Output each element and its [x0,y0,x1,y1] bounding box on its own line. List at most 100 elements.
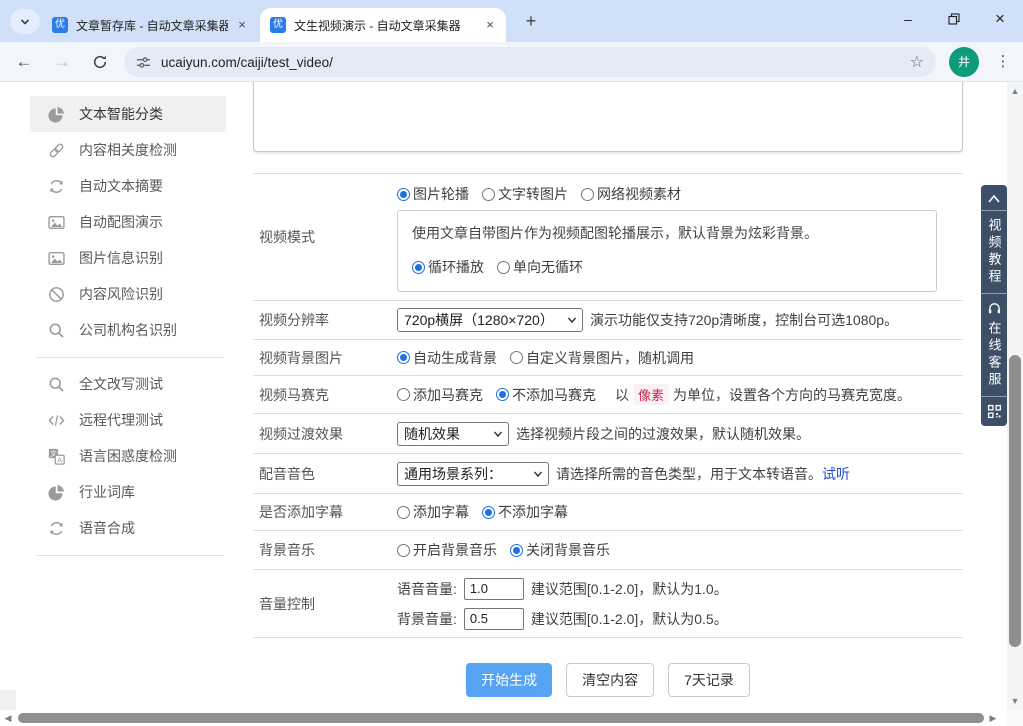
link-icon [48,142,65,159]
new-tab-button[interactable]: + [518,9,544,35]
radio-label: 单向无循环 [513,257,583,277]
reload-icon [92,54,108,70]
radio-label: 循环播放 [428,257,484,277]
scroll-down-icon[interactable]: ▼ [1007,696,1023,706]
radio-selected-icon[interactable] [412,261,425,274]
tab-close-icon[interactable]: × [234,17,250,33]
url-text[interactable]: ucaiyun.com/caiji/test_video/ [161,55,910,70]
radio-option[interactable]: 开启背景音乐 [397,540,497,560]
video-tutorial-button[interactable]: 视频教程 [981,210,1007,293]
sidebar-item-自动文本摘要[interactable]: 自动文本摘要 [30,168,226,204]
radio-selected-icon[interactable] [397,351,410,364]
reload-button[interactable] [88,50,112,74]
radio-option[interactable]: 文字转图片 [482,184,568,204]
radio-option[interactable]: 关闭背景音乐 [510,540,610,560]
article-textarea[interactable] [253,82,963,152]
close-window-button[interactable]: × [977,0,1023,38]
radio-option[interactable]: 单向无循环 [497,257,583,277]
mosaic-options: 添加马赛克不添加马赛克 [397,385,609,405]
field-label: 视频模式 [253,227,397,247]
radio-icon[interactable] [510,351,523,364]
sidebar-item-内容风险识别[interactable]: 内容风险识别 [30,276,226,312]
tab-strip: 优 文章暂存库 - 自动文章采集器-优 × 优 文生视频演示 - 自动文章采集器… [0,0,1023,42]
radio-icon[interactable] [397,506,410,519]
image-icon [48,250,65,267]
maximize-button[interactable] [931,0,977,38]
sidebar-item-自动配图演示[interactable]: 自动配图演示 [30,204,226,240]
mode-note: 使用文章自带图片作为视频配图轮播展示，默认背景为炫彩背景。 [412,223,922,243]
sidebar-item-公司机构名识别[interactable]: 公司机构名识别 [30,312,226,348]
omnibox[interactable]: ucaiyun.com/caiji/test_video/ ☆ [124,47,936,77]
sidebar-item-label: 图片信息识别 [79,248,163,268]
radio-icon[interactable] [497,261,510,274]
horizontal-scrollbar-thumb[interactable] [18,713,984,723]
radio-selected-icon[interactable] [496,388,509,401]
browser-menu-icon[interactable]: ⋮ [993,50,1013,74]
sidebar-item-内容相关度检测[interactable]: 内容相关度检测 [30,132,226,168]
radio-selected-icon[interactable] [510,544,523,557]
tab-search-button[interactable] [10,9,40,34]
radio-selected-icon[interactable] [482,506,495,519]
field-label: 配音音色 [253,464,397,484]
radio-option[interactable]: 不添加马赛克 [496,385,596,405]
subtitle-options: 添加字幕不添加字幕 [397,502,963,522]
tab-text-to-video[interactable]: 优 文生视频演示 - 自动文章采集器 × [260,8,506,42]
tab-close-icon[interactable]: × [482,17,498,33]
sidebar-item-全文改写测试[interactable]: 全文改写测试 [30,366,226,402]
sidebar-item-语言困惑度检测[interactable]: 文A语言困惑度检测 [30,438,226,474]
radio-option[interactable]: 自定义背景图片，随机调用 [510,348,694,368]
sidebar-item-文本智能分类[interactable]: 文本智能分类 [30,96,226,132]
voice-volume-input[interactable] [464,578,524,600]
radio-option[interactable]: 自动生成背景 [397,348,497,368]
radio-icon[interactable] [397,388,410,401]
select-value: 通用场景系列： [404,464,502,484]
vertical-scrollbar-thumb[interactable] [1009,355,1021,647]
radio-option[interactable]: 不添加字幕 [482,502,568,522]
back-button[interactable]: ← [12,50,36,74]
collapse-button[interactable] [981,185,1007,210]
generate-button[interactable]: 开始生成 [466,663,552,697]
sidebar-item-远程代理测试[interactable]: 远程代理测试 [30,402,226,438]
audition-link[interactable]: 试听 [822,464,850,484]
clear-button[interactable]: 清空内容 [566,663,654,697]
sidebar-divider [36,555,224,556]
scroll-right-icon[interactable]: ▶ [985,713,1001,724]
forward-button[interactable]: → [50,50,74,74]
minimize-button[interactable]: – [885,0,931,38]
radio-option[interactable]: 添加马赛克 [397,385,483,405]
scroll-left-icon[interactable]: ◀ [0,713,16,724]
radio-icon[interactable] [482,188,495,201]
horizontal-scrollbar[interactable]: ◀ ▶ [0,710,1007,726]
bookmark-star-icon[interactable]: ☆ [910,52,924,72]
sidebar-item-图片信息识别[interactable]: 图片信息识别 [30,240,226,276]
loop-options: 循环播放 单向无循环 [412,257,922,277]
browser-window: { "browser": { "tabs": [ {"favicon": "优"… [0,0,1023,726]
field-label: 视频背景图片 [253,348,397,368]
radio-option[interactable]: 图片轮播 [397,184,469,204]
bgm-volume-input[interactable] [464,608,524,630]
chevron-up-icon [987,193,1001,204]
tab-article-storage[interactable]: 优 文章暂存库 - 自动文章采集器-优 × [42,8,258,42]
scroll-up-icon[interactable]: ▲ [1007,86,1023,96]
transition-row: 视频过渡效果 随机效果 选择视频片段之间的过渡效果，默认随机效果。 [253,414,963,454]
radio-option[interactable]: 添加字幕 [397,502,469,522]
radio-option[interactable]: 网络视频素材 [581,184,681,204]
chevron-down-icon [567,315,577,325]
radio-icon[interactable] [581,188,594,201]
mosaic-note-prefix: 以 [615,385,629,405]
sidebar-item-行业词库[interactable]: 行业词库 [30,474,226,510]
vertical-scrollbar[interactable]: ▲ ▼ [1007,82,1023,710]
resolution-select[interactable]: 720p横屏（1280×720） [397,308,583,332]
field-label: 视频过渡效果 [253,424,397,444]
profile-avatar[interactable]: 井 [949,47,979,77]
online-service-button[interactable]: 在线客服 [981,293,1007,396]
video-tutorial-label: 视频教程 [988,218,1001,286]
history-button[interactable]: 7天记录 [668,663,750,697]
qrcode-button[interactable] [981,396,1007,426]
radio-selected-icon[interactable] [397,188,410,201]
sidebar-item-语音合成[interactable]: 语音合成 [30,510,226,546]
transition-select[interactable]: 随机效果 [397,422,509,446]
voice-select[interactable]: 通用场景系列： [397,462,549,486]
radio-icon[interactable] [397,544,410,557]
radio-option[interactable]: 循环播放 [412,257,484,277]
